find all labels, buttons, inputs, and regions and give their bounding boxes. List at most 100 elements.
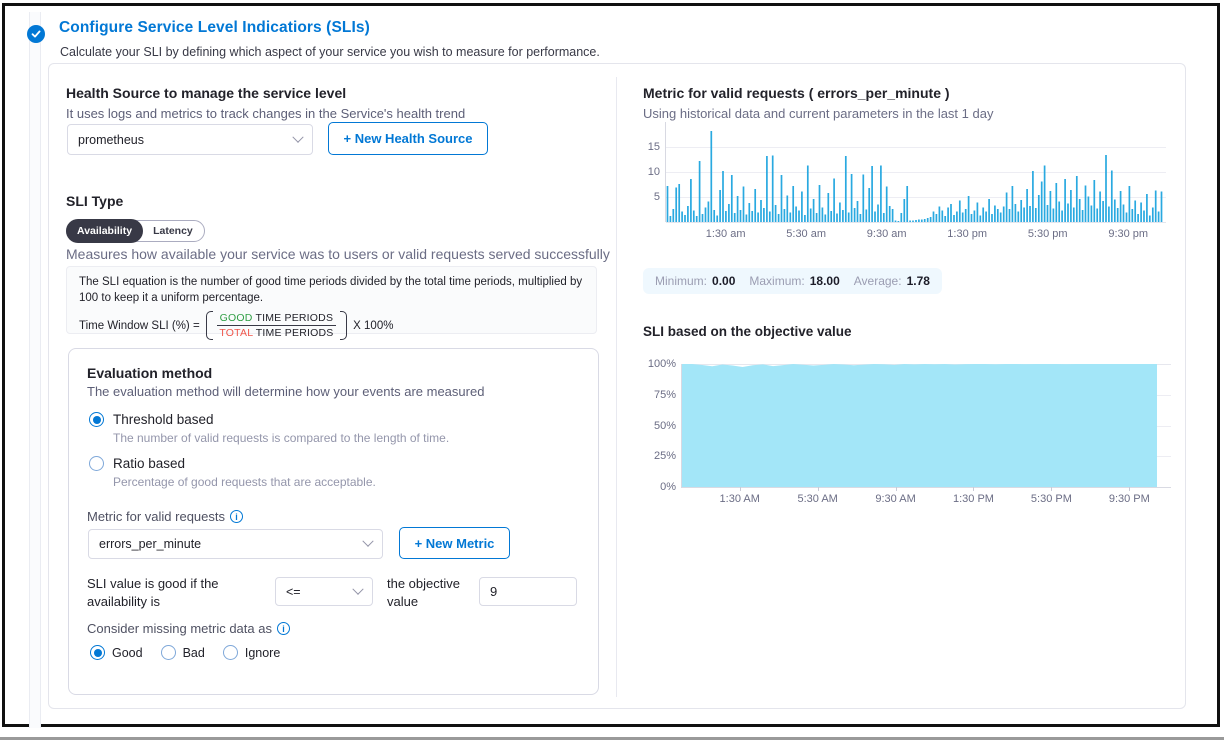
page-subtitle: Calculate your SLI by defining which asp… <box>60 45 600 59</box>
ignore-radio[interactable] <box>223 645 238 660</box>
health-source-description: It uses logs and metrics to track change… <box>66 106 465 121</box>
sli-type-latency-tab[interactable]: Latency <box>142 220 204 242</box>
x-tick-label: 9:30 PM <box>1109 493 1150 505</box>
sli-type-heading: SLI Type <box>66 193 123 209</box>
bad-label: Bad <box>183 646 205 660</box>
equation-suffix: X 100% <box>353 320 393 332</box>
metric-for-valid-requests-label: Metric for valid requests <box>87 509 225 524</box>
metric-timeseries-chart: 15 10 5 1:30 am5:30 am9:30 am1:30 pm5:30… <box>636 122 1181 250</box>
sli-equation-box: The SLI equation is the number of good t… <box>66 266 597 334</box>
good-radio[interactable] <box>90 645 105 660</box>
y-tick-label: 50% <box>636 420 676 432</box>
window-frame: Configure Service Level Indicatiors (SLI… <box>2 3 1220 727</box>
sli-area-chart: 100% 75% 50% 25% 0% 1:30 AM5:30 AM9:30 A… <box>636 357 1181 507</box>
equation-prefix: Time Window SLI (%) = <box>79 320 200 332</box>
x-tick-label: 1:30 pm <box>947 228 987 240</box>
info-icon[interactable]: i <box>230 510 243 523</box>
comparator-selected-value: <= <box>286 585 301 599</box>
equation-fraction: GOOD TIME PERIODS TOTAL TIME PERIODS <box>206 311 347 340</box>
bad-radio[interactable] <box>161 645 176 660</box>
step-complete-check-icon <box>27 25 45 43</box>
x-tick-label: 9:30 am <box>867 228 907 240</box>
y-tick-label: 25% <box>636 450 676 462</box>
sli-chart-heading: SLI based on the objective value <box>643 324 852 339</box>
equation-good-rest: TIME PERIODS <box>253 312 334 324</box>
chevron-down-icon <box>292 131 303 142</box>
metric-spike-plot <box>666 122 1163 222</box>
health-source-select[interactable]: prometheus <box>67 124 313 155</box>
x-axis-ticks <box>682 487 1163 492</box>
left-rail <box>29 12 41 728</box>
x-tick-label: 5:30 AM <box>797 493 837 505</box>
y-tick-label: 100% <box>636 358 676 370</box>
y-tick-label: 75% <box>636 389 676 401</box>
evaluation-method-heading: Evaluation method <box>87 365 212 381</box>
sli-area-plot <box>682 364 1163 487</box>
equation-good: GOOD <box>220 312 253 324</box>
health-source-selected-value: prometheus <box>78 133 144 147</box>
ratio-based-radio[interactable] <box>89 456 104 471</box>
x-tick-label: 1:30 AM <box>720 493 760 505</box>
x-tick-mark <box>740 487 741 491</box>
ratio-based-description: Percentage of good requests that are acc… <box>113 475 376 489</box>
missing-data-option-good[interactable]: Good <box>90 645 143 660</box>
ignore-label: Ignore <box>245 646 280 660</box>
min-label: Minimum: <box>655 274 707 288</box>
missing-data-options: Good Bad Ignore <box>90 645 280 660</box>
metric-select[interactable]: errors_per_minute <box>88 529 383 559</box>
right-bracket <box>340 311 347 340</box>
chevron-down-icon <box>362 536 373 547</box>
new-metric-button[interactable]: + New Metric <box>399 527 510 559</box>
threshold-based-description: The number of valid requests is compared… <box>113 431 449 445</box>
info-icon[interactable]: i <box>277 622 290 635</box>
sli-type-measures-text: Measures how available your service was … <box>66 246 610 262</box>
x-tick-label: 1:30 PM <box>953 493 994 505</box>
x-tick-label: 5:30 PM <box>1031 493 1072 505</box>
sli-type-availability-tab[interactable]: Availability <box>66 219 143 243</box>
equation-total: TOTAL <box>219 327 252 339</box>
good-label: Good <box>112 646 143 660</box>
metric-chart-heading: Metric for valid requests ( errors_per_m… <box>643 85 950 101</box>
x-tick-mark <box>1051 487 1052 491</box>
metric-chart-subheading: Using historical data and current parame… <box>643 106 993 121</box>
objective-label-before: SLI value is good if the availability is <box>87 575 279 611</box>
avg-value: 1.78 <box>907 274 930 288</box>
avg-label: Average: <box>854 274 902 288</box>
ratio-based-label: Ratio based <box>113 456 185 471</box>
x-tick-label: 9:30 pm <box>1108 228 1148 240</box>
panel-divider <box>616 77 617 697</box>
comparator-select[interactable]: <= <box>275 577 373 606</box>
x-axis-labels: 1:30 AM5:30 AM9:30 AM1:30 PM5:30 PM9:30 … <box>682 493 1163 509</box>
max-label: Maximum: <box>749 274 804 288</box>
evaluation-method-description: The evaluation method will determine how… <box>87 384 484 399</box>
missing-data-option-bad[interactable]: Bad <box>161 645 205 660</box>
y-tick-label: 0% <box>636 481 676 493</box>
min-value: 0.00 <box>712 274 735 288</box>
missing-data-label: Consider missing metric data as <box>87 621 272 636</box>
sli-type-toggle: Availability Latency <box>66 220 205 242</box>
sli-equation-text: The SLI equation is the number of good t… <box>79 275 584 306</box>
threshold-based-radio[interactable] <box>89 412 104 427</box>
page-title: Configure Service Level Indicatiors (SLI… <box>59 19 370 37</box>
x-tick-mark <box>973 487 974 491</box>
evaluation-method-card: Evaluation method The evaluation method … <box>68 348 599 695</box>
y-tick-label: 10 <box>636 166 660 178</box>
objective-value-input[interactable] <box>479 577 577 606</box>
metric-for-valid-requests-label-row: Metric for valid requests i <box>87 509 243 524</box>
y-tick-label: 5 <box>636 191 660 203</box>
x-tick-label: 5:30 pm <box>1028 228 1068 240</box>
metric-selected-value: errors_per_minute <box>99 537 201 551</box>
max-value: 18.00 <box>810 274 840 288</box>
new-health-source-button[interactable]: + New Health Source <box>328 122 488 155</box>
x-axis-labels: 1:30 am5:30 am9:30 am1:30 pm5:30 pm9:30 … <box>666 228 1163 244</box>
x-tick-mark <box>896 487 897 491</box>
missing-data-option-ignore[interactable]: Ignore <box>223 645 280 660</box>
equation-total-rest: TIME PERIODS <box>253 327 334 339</box>
threshold-based-label: Threshold based <box>113 412 214 427</box>
left-bracket <box>206 311 213 340</box>
sli-equation-formula: Time Window SLI (%) = GOOD TIME PERIODS … <box>79 311 584 340</box>
x-tick-label: 5:30 am <box>786 228 826 240</box>
objective-label-after: the objective value <box>387 575 479 611</box>
metric-stats-pill: Minimum: 0.00 Maximum: 18.00 Average: 1.78 <box>643 268 942 294</box>
x-tick-mark <box>818 487 819 491</box>
